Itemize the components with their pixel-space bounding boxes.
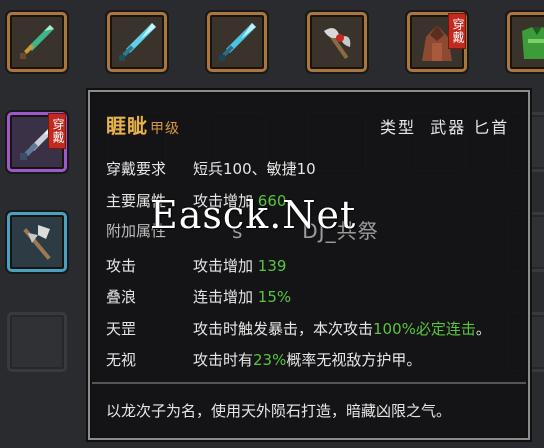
worn-tag: 穿戴 [448, 13, 466, 49]
item-type: 类型 武器 匕首 [380, 118, 510, 137]
green-armor-icon [522, 27, 544, 59]
requirement-row: 穿戴要求 短兵100、敏捷10 [106, 158, 316, 179]
cyan-sword-icon [119, 23, 156, 61]
halberd-icon [23, 225, 51, 260]
item-grade: 甲级 [150, 121, 180, 137]
inventory-slot[interactable] [307, 12, 367, 72]
requirement-label: 穿戴要求 [106, 160, 167, 178]
stat-row: 叠浪 连击增加 15% [106, 288, 292, 306]
inventory-slot[interactable] [7, 312, 67, 372]
item-description: 以龙次子为名，使用天外陨石打造，暗藏凶限之气。 [106, 402, 452, 420]
worn-tag: 穿戴 [48, 113, 66, 149]
axe-icon [324, 28, 351, 60]
jade-dagger-icon [20, 25, 54, 59]
tooltip-divider [92, 382, 526, 384]
item-name: 睚眦 甲级 [106, 114, 180, 138]
inventory-slot[interactable] [507, 12, 544, 72]
skill-row: 无视 攻击时有23%概率无视敌方护甲。 [106, 351, 422, 369]
skill-row: 天罡 攻击时触发暴击，本次攻击100%必定连击。 [106, 320, 491, 338]
inventory-slot[interactable] [7, 212, 67, 272]
inventory-slot[interactable] [207, 12, 267, 72]
inventory-slot[interactable] [107, 12, 167, 72]
stat-row: 攻击 攻击增加 139 [106, 257, 287, 275]
inventory-slot[interactable]: 穿戴 [407, 12, 467, 72]
watermark: Easck.Net [150, 193, 357, 237]
inventory-slot[interactable] [7, 12, 67, 72]
inventory-slot[interactable]: 穿戴 [7, 112, 67, 172]
cyan-sword-icon [219, 23, 256, 61]
item-tooltip: 睚眦 甲级 类型 武器 匕首 穿戴要求 短兵100、敏捷10 主要属性 攻击增加 66… [88, 90, 530, 440]
requirement-value: 短兵100、敏捷10 [193, 160, 316, 178]
